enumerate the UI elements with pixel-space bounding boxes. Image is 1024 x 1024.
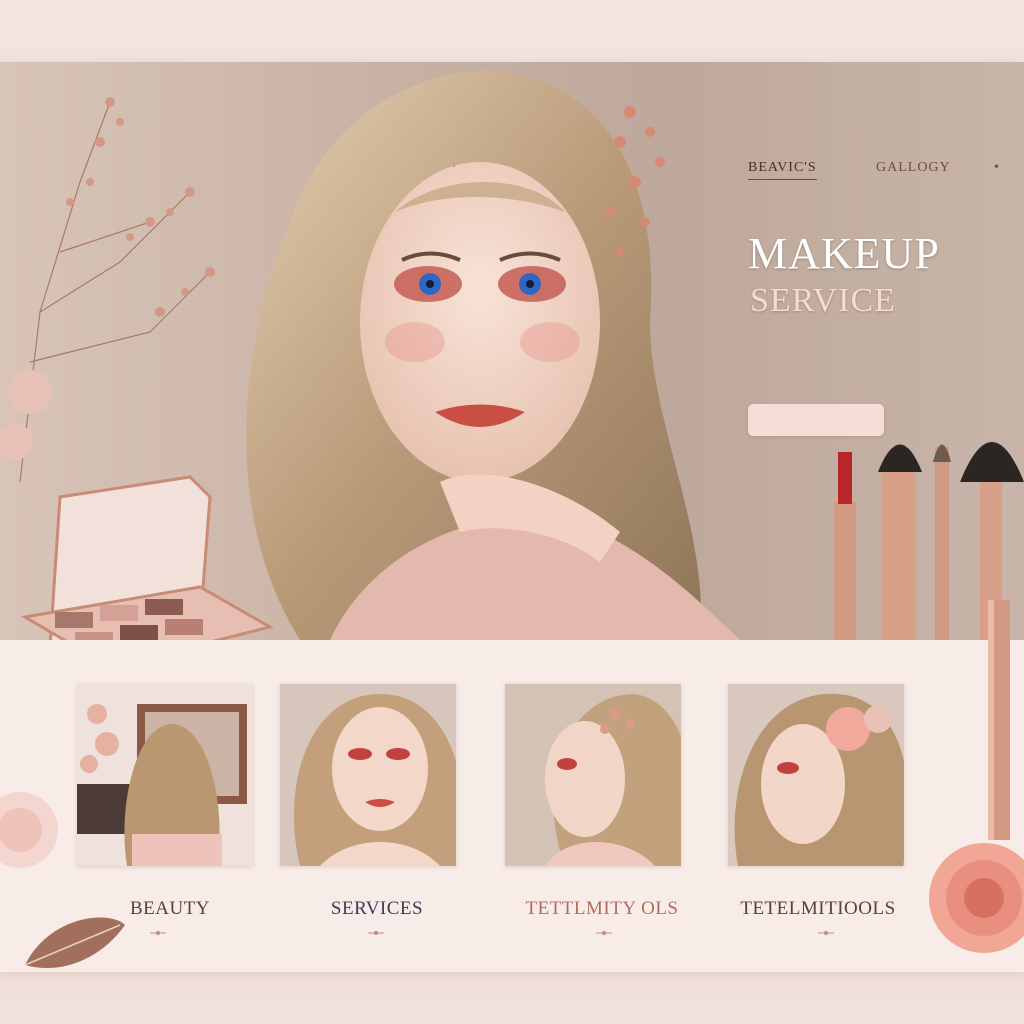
gallery-image-services <box>280 684 456 866</box>
gallery-card-services[interactable] <box>280 684 456 866</box>
rose-flower-icon <box>929 843 1024 953</box>
divider-ornament-icon <box>596 931 612 935</box>
nav-item-gallery[interactable]: GALLOGY <box>876 160 951 176</box>
palette-icon <box>20 475 274 640</box>
gallery-label-testimonials-2: TETELMITIOOLS <box>740 898 896 919</box>
divider-ornament-icon <box>818 931 834 935</box>
gallery-card-testimonials-1[interactable] <box>505 684 681 866</box>
divider-ornament-icon <box>150 931 166 935</box>
gallery-card-testimonials-2[interactable] <box>728 684 904 866</box>
leaf-icon <box>24 917 125 969</box>
hero-subtitle: SERVICE <box>750 282 896 319</box>
divider-ornament-icon <box>368 931 384 935</box>
flower-icon <box>0 792 58 868</box>
hero-banner: · BEAVIC'S GALLOGY • MAKEUP SERVICE <box>0 62 1024 640</box>
gallery-image-testimonials-1 <box>505 684 681 866</box>
gallery-label-services: SERVICES <box>330 898 424 919</box>
nav-search-dot-icon[interactable]: • <box>994 160 1000 176</box>
gallery-label-testimonials-1: TETTLMITY OLS <box>525 898 679 919</box>
gallery-image-beauty <box>77 684 253 866</box>
gallery-card-beauty[interactable] <box>77 684 253 866</box>
cta-button[interactable] <box>748 404 884 436</box>
gallery-image-testimonials-2 <box>728 684 904 866</box>
nav-item-faded-1[interactable]: · <box>452 160 458 176</box>
makeup-brush-icon <box>988 600 1010 840</box>
nav-item-services[interactable]: BEAVIC'S <box>748 160 817 180</box>
hero-title: MAKEUP <box>748 229 940 278</box>
